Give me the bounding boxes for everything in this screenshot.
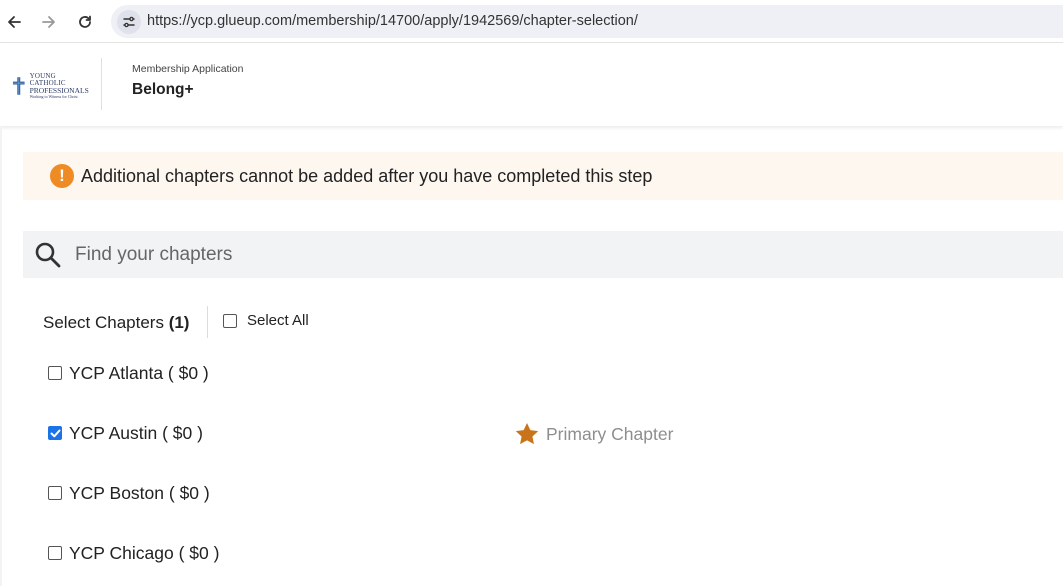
site-info-button[interactable] bbox=[117, 10, 141, 34]
back-button[interactable] bbox=[1, 9, 27, 35]
chapter-checkbox[interactable] bbox=[48, 486, 62, 500]
chapter-item-austin[interactable]: YCP Austin ( $0 ) bbox=[48, 421, 203, 445]
select-all-box[interactable] bbox=[223, 313, 237, 328]
browser-toolbar: https://ycp.glueup.com/membership/14700/… bbox=[0, 0, 1063, 43]
tune-icon bbox=[123, 16, 135, 28]
page-title: Belong+ bbox=[132, 81, 194, 98]
select-divider bbox=[207, 306, 208, 338]
chapter-item-chicago[interactable]: YCP Chicago ( $0 ) bbox=[48, 541, 219, 565]
select-chapters-header: Select Chapters (1) Select All bbox=[43, 306, 309, 338]
reload-icon bbox=[79, 15, 91, 28]
chapter-label: YCP Atlanta ( $0 ) bbox=[69, 362, 209, 383]
select-chapters-label: Select Chapters (1) bbox=[43, 313, 189, 333]
chapter-label: YCP Austin ( $0 ) bbox=[69, 422, 203, 443]
logo-text: YOUNG CATHOLIC PROFESSIONALS Working to … bbox=[29, 72, 92, 100]
selected-count: (1) bbox=[168, 313, 190, 332]
page-subtitle: Membership Application bbox=[132, 63, 244, 75]
chapter-item-boston[interactable]: YCP Boston ( $0 ) bbox=[48, 481, 210, 505]
star-icon bbox=[515, 422, 539, 445]
select-chapters-text: Select Chapters bbox=[43, 313, 164, 332]
reload-button[interactable] bbox=[72, 9, 98, 35]
forward-button[interactable] bbox=[36, 9, 62, 35]
header-divider bbox=[101, 58, 102, 110]
primary-chapter-toggle[interactable]: Primary Chapter bbox=[514, 421, 673, 447]
exclamation-circle-icon: ! bbox=[50, 164, 74, 188]
select-all-label: Select All bbox=[247, 312, 309, 329]
primary-chapter-label: Primary Chapter bbox=[546, 423, 674, 444]
cross-icon bbox=[12, 77, 25, 95]
search-input[interactable] bbox=[75, 235, 725, 275]
left-rule bbox=[0, 126, 2, 586]
search-icon bbox=[35, 242, 61, 268]
logo-line2: PROFESSIONALS bbox=[29, 86, 89, 95]
chapter-item-atlanta[interactable]: YCP Atlanta ( $0 ) bbox=[48, 361, 209, 385]
app-header: YOUNG CATHOLIC PROFESSIONALS Working to … bbox=[0, 44, 1063, 126]
arrow-right-icon bbox=[42, 16, 55, 28]
url-text[interactable]: https://ycp.glueup.com/membership/14700/… bbox=[147, 13, 638, 29]
checkmark-icon bbox=[50, 429, 60, 437]
arrow-left-icon bbox=[8, 16, 21, 28]
warning-text: Additional chapters cannot be added afte… bbox=[81, 166, 653, 186]
chapter-label: YCP Boston ( $0 ) bbox=[69, 482, 210, 503]
chapter-checkbox[interactable] bbox=[48, 546, 62, 560]
address-bar[interactable]: https://ycp.glueup.com/membership/14700/… bbox=[111, 5, 1063, 38]
chapter-search bbox=[23, 231, 1063, 278]
chapter-checkbox[interactable] bbox=[48, 426, 62, 440]
chapter-checkbox[interactable] bbox=[48, 366, 62, 380]
warning-banner: ! Additional chapters cannot be added af… bbox=[23, 152, 1063, 200]
logo-line1: YOUNG CATHOLIC bbox=[29, 72, 66, 87]
chapter-label: YCP Chicago ( $0 ) bbox=[69, 542, 220, 563]
ycp-logo[interactable]: YOUNG CATHOLIC PROFESSIONALS Working to … bbox=[12, 72, 92, 100]
select-all-checkbox[interactable]: Select All bbox=[223, 312, 309, 329]
